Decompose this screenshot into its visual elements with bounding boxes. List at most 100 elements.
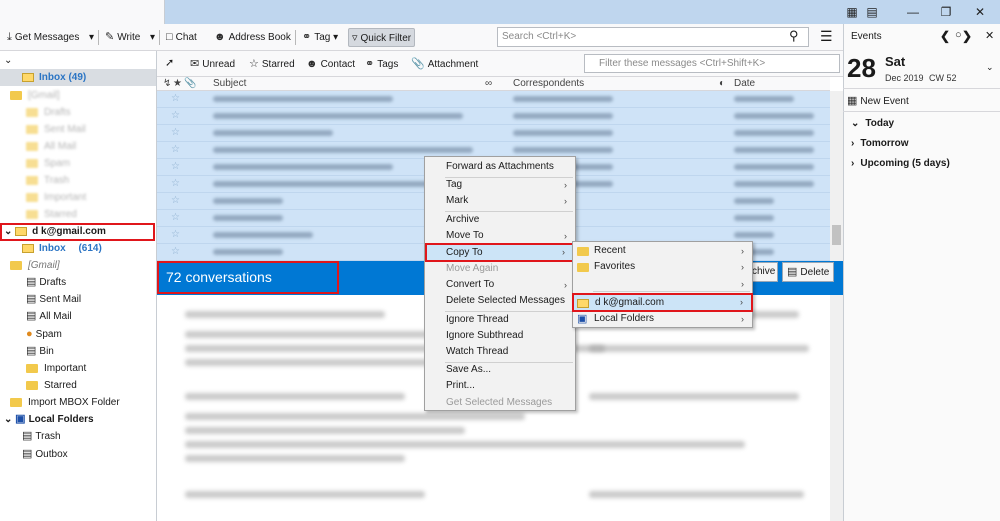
folder-spam[interactable]: ● Spam [0, 326, 156, 343]
tab-mail[interactable] [0, 0, 165, 26]
filter-attachment-button[interactable]: 📎 Attachment [408, 55, 481, 74]
submenu-blank[interactable]: › [573, 276, 752, 292]
folder-blurred-6[interactable]: Important [0, 189, 156, 206]
table-row[interactable]: ☆ [157, 91, 830, 108]
filter-contact-button[interactable]: ☻ Contact [303, 55, 358, 74]
message-list-scrollbar[interactable] [830, 91, 843, 261]
events-upcoming[interactable]: › Upcoming (5 days) [851, 158, 950, 169]
restore-icon[interactable]: ❐ [936, 3, 956, 21]
minimize-icon[interactable]: — [903, 3, 923, 21]
folder-sent-mail[interactable]: ▤ Sent Mail [0, 291, 156, 308]
quick-filter-button[interactable]: ▿ Quick Filter [348, 28, 416, 47]
preview-scrollbar[interactable] [830, 295, 843, 521]
folder-blurred-7[interactable]: Starred [0, 206, 156, 223]
menu-archive[interactable]: Archive [425, 212, 575, 228]
table-row[interactable]: ☆ [157, 108, 830, 125]
menu-mark[interactable]: Mark › [425, 193, 575, 209]
close-events-icon[interactable]: ✕ [985, 29, 994, 42]
menu-watch-thread[interactable]: Watch Thread [425, 344, 575, 360]
folder-drafts[interactable]: ▤ Drafts [0, 274, 156, 291]
star-icon[interactable]: ☆ [171, 161, 180, 172]
app-menu-icon[interactable]: ☰ [820, 28, 833, 45]
star-icon[interactable]: ☆ [171, 246, 180, 257]
correspondents-column-header[interactable]: Correspondents [513, 77, 584, 91]
prev-day-icon[interactable]: ❮ [940, 29, 950, 43]
folder-blurred-1[interactable]: Drafts [0, 104, 156, 121]
folder-gmail-account2[interactable]: [Gmail] [0, 257, 156, 274]
star-icon[interactable]: ☆ [171, 229, 180, 240]
star-icon[interactable]: ☆ [171, 195, 180, 206]
account1-toggle[interactable]: ⌄ [0, 52, 156, 69]
menu-print[interactable]: Print... [425, 378, 575, 394]
get-messages-dropdown[interactable]: ▾ [86, 28, 97, 47]
new-event-button[interactable]: ▦ New Event [847, 94, 909, 107]
folder-import-mbox[interactable]: Import MBOX Folder [0, 394, 156, 411]
chat-button[interactable]: □ Chat [163, 28, 200, 47]
star-column-icon[interactable]: ★ [173, 77, 182, 91]
submenu-local-folders[interactable]: ▣ Local Folders › [573, 311, 752, 327]
search-input[interactable]: Search <Ctrl+K> [497, 27, 809, 47]
close-icon[interactable]: ✕ [970, 3, 990, 21]
read-column-icon[interactable]: ∞ [485, 77, 492, 91]
folder-important[interactable]: Important [0, 360, 156, 377]
next-day-icon[interactable]: ❯ [962, 29, 972, 43]
filter-messages-input[interactable]: Filter these messages <Ctrl+Shift+K> [584, 54, 840, 73]
pin-icon[interactable]: ➚ [165, 56, 174, 69]
attachment-column-icon[interactable]: 📎 [184, 77, 196, 91]
account-local-folders[interactable]: ⌄ ▣ Local Folders [0, 411, 156, 428]
star-icon[interactable]: ☆ [171, 178, 180, 189]
date-column-header[interactable]: Date [734, 77, 755, 91]
folder-outbox[interactable]: ▤ Outbox [0, 446, 156, 463]
folder-blurred-5[interactable]: Trash [0, 172, 156, 189]
folder-bin[interactable]: ▤ Bin [0, 343, 156, 360]
folder-gmail-account1[interactable]: [Gmail] [0, 87, 156, 104]
tag-button[interactable]: ⚭ Tag ▾ [299, 28, 341, 47]
folder-inbox-account2[interactable]: Inbox (614) [0, 240, 156, 257]
subject-column-header[interactable]: Subject [213, 77, 246, 91]
menu-ignore-thread[interactable]: Ignore Thread [425, 312, 575, 328]
table-row[interactable]: ☆ [157, 125, 830, 142]
menu-forward-as-attachments[interactable]: Forward as Attachments [425, 159, 575, 175]
star-icon[interactable]: ☆ [171, 110, 180, 121]
folder-trash[interactable]: ▤ Trash [0, 428, 156, 445]
today-icon[interactable]: ○ [955, 29, 962, 41]
folder-starred[interactable]: Starred [0, 377, 156, 394]
menu-move-to[interactable]: Move To › [425, 228, 575, 244]
menu-delete-selected[interactable]: Delete Selected Messages [425, 293, 575, 309]
calendar-icon[interactable]: ▦ [842, 3, 862, 21]
folder-inbox-account1[interactable]: Inbox (49) [0, 69, 156, 86]
events-tomorrow[interactable]: › Tomorrow [851, 138, 909, 149]
folder-blurred-2[interactable]: Sent Mail [0, 121, 156, 138]
address-book-button[interactable]: ☻ Address Book [211, 28, 294, 47]
account2-row[interactable]: ⌄ d k@gmail.com [0, 223, 155, 241]
menu-copy-to[interactable]: Copy To › [425, 243, 575, 262]
filter-starred-button[interactable]: ☆ Starred [246, 55, 298, 74]
filter-tags-button[interactable]: ⚭ Tags [362, 55, 401, 74]
menu-save-as[interactable]: Save As... [425, 362, 575, 378]
events-today[interactable]: ⌄ Today [851, 118, 894, 129]
star-icon[interactable]: ☆ [171, 144, 180, 155]
filter-unread-button[interactable]: ✉ Unread [187, 55, 238, 74]
submenu-favorites[interactable]: Favorites › [573, 259, 752, 275]
folder-all-mail[interactable]: ▤ All Mail [0, 308, 156, 325]
folder-blurred-4[interactable]: Spam [0, 155, 156, 172]
thread-column-icon[interactable]: ↯ [163, 77, 171, 91]
menu-get-selected[interactable]: Get Selected Messages [425, 395, 575, 411]
search-icon[interactable]: ⚲ [789, 28, 799, 44]
star-icon[interactable]: ☆ [171, 127, 180, 138]
menu-ignore-subthread[interactable]: Ignore Subthread [425, 328, 575, 344]
tasks-icon[interactable]: ▤ [862, 3, 882, 21]
chevron-down-icon[interactable]: ⌄ [986, 62, 994, 73]
get-messages-button[interactable]: ⤓ Get Messages [4, 28, 82, 47]
folder-blurred-3[interactable]: All Mail [0, 138, 156, 155]
write-dropdown[interactable]: ▾ [147, 28, 158, 47]
write-button[interactable]: ✎ Write [102, 28, 143, 47]
star-icon[interactable]: ☆ [171, 212, 180, 223]
star-icon[interactable]: ☆ [171, 93, 180, 104]
delete-button[interactable]: ▤ Delete [782, 262, 835, 282]
submenu-gmail-account[interactable]: d k@gmail.com › [572, 293, 753, 312]
junk-column-icon[interactable]: ◐ [719, 77, 725, 91]
submenu-recent[interactable]: Recent › [573, 243, 752, 259]
menu-tag[interactable]: Tag › [425, 177, 575, 193]
menu-convert-to[interactable]: Convert To › [425, 277, 575, 293]
